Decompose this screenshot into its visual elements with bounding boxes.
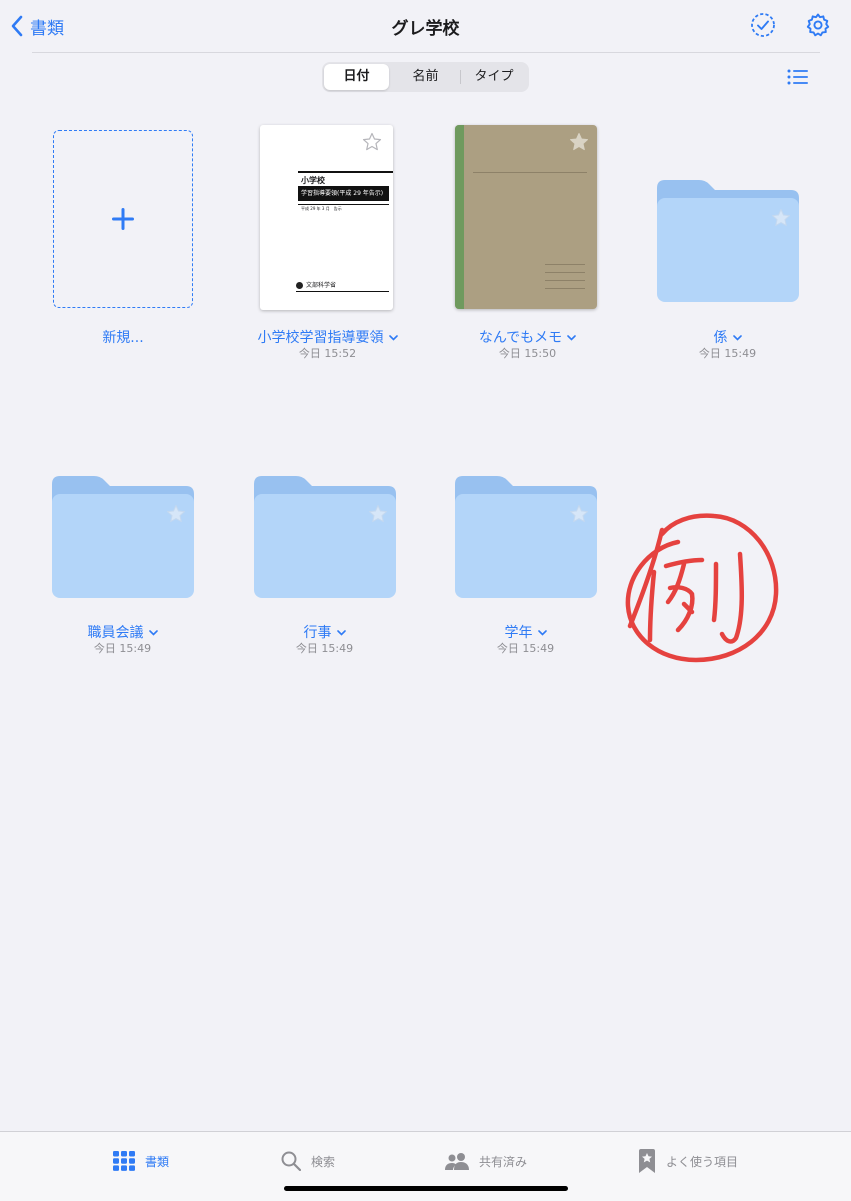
list-icon bbox=[787, 69, 808, 85]
folder-icon[interactable] bbox=[455, 476, 597, 598]
notebook-title[interactable]: なんでもメモ bbox=[440, 327, 615, 347]
favorite-star-icon[interactable] bbox=[368, 504, 388, 524]
sort-by-date-tab[interactable]: 日付 bbox=[324, 64, 389, 90]
document-thumbnail[interactable]: 小学校 学習指導要領(平成 29 年告示) 平成 29 年 3 月 告示 文部科… bbox=[260, 125, 393, 310]
chevron-down-icon bbox=[388, 335, 398, 341]
document-date: 今日 15:52 bbox=[298, 347, 357, 360]
new-document-label[interactable]: 新規... bbox=[53, 327, 193, 347]
folder-date: 今日 15:49 bbox=[496, 642, 555, 655]
notebook-label-line bbox=[545, 280, 585, 281]
notebook-date: 今日 15:50 bbox=[498, 347, 557, 360]
chevron-down-icon bbox=[537, 630, 547, 636]
home-indicator[interactable] bbox=[284, 1186, 568, 1191]
select-button[interactable] bbox=[750, 12, 776, 38]
list-view-button[interactable] bbox=[786, 66, 810, 88]
folder-name: 係 bbox=[713, 330, 728, 346]
chevron-down-icon bbox=[148, 630, 158, 636]
chevron-down-icon bbox=[567, 335, 576, 341]
cover-title: 小学校 bbox=[298, 171, 393, 186]
tab-documents[interactable]: 書類 bbox=[113, 1147, 169, 1175]
document-title[interactable]: 小学校学習指導要領 bbox=[240, 327, 415, 347]
bookmark-star-icon bbox=[639, 1149, 655, 1173]
folder-icon[interactable] bbox=[657, 180, 799, 302]
notebook-label-line bbox=[545, 272, 585, 273]
chevron-down-icon bbox=[732, 335, 742, 341]
folder-name: 行事 bbox=[303, 625, 332, 641]
checkmark-circle-dashed-icon bbox=[751, 13, 775, 37]
tab-label: 書類 bbox=[145, 1154, 170, 1169]
notebook-label-line bbox=[545, 288, 585, 289]
tab-label: 検索 bbox=[311, 1154, 336, 1169]
tab-label: よく使う項目 bbox=[666, 1154, 739, 1169]
sort-by-type-tab[interactable]: タイプ bbox=[461, 64, 527, 90]
favorite-star-icon[interactable] bbox=[362, 132, 382, 152]
tab-favorites[interactable]: よく使う項目 bbox=[638, 1147, 738, 1175]
sort-by-name-tab[interactable]: 名前 bbox=[391, 64, 460, 90]
cover-publisher: 文部科学省 bbox=[296, 280, 389, 292]
notebook-title-line bbox=[473, 172, 587, 173]
folder-date: 今日 15:49 bbox=[295, 642, 354, 655]
cover-subtitle: 学習指導要領(平成 29 年告示) bbox=[298, 186, 389, 201]
folder-icon[interactable] bbox=[254, 476, 396, 598]
folder-name: 職員会議 bbox=[87, 625, 144, 641]
settings-button[interactable] bbox=[805, 12, 831, 38]
notebook-name: なんでもメモ bbox=[478, 330, 563, 346]
notebook-thumbnail[interactable] bbox=[455, 125, 597, 309]
tab-shared[interactable]: 共有済み bbox=[445, 1147, 527, 1175]
folder-title[interactable]: 行事 bbox=[237, 622, 412, 642]
plus-icon bbox=[112, 208, 134, 230]
grid-icon bbox=[113, 1151, 135, 1171]
favorite-star-icon[interactable] bbox=[166, 504, 186, 524]
tab-search[interactable]: 検索 bbox=[281, 1147, 335, 1175]
search-icon bbox=[281, 1151, 301, 1171]
cover-date: 平成 29 年 3 月 告示 bbox=[298, 204, 389, 212]
folder-title[interactable]: 職員会議 bbox=[35, 622, 210, 642]
folder-name: 学年 bbox=[504, 625, 533, 641]
cover-publisher-text: 文部科学省 bbox=[306, 282, 337, 289]
page-title: グレ学校 bbox=[391, 19, 460, 39]
folder-date: 今日 15:49 bbox=[93, 642, 152, 655]
favorite-star-icon[interactable] bbox=[569, 504, 589, 524]
handwritten-example-stamp bbox=[625, 513, 779, 663]
document-name: 小学校学習指導要領 bbox=[257, 330, 384, 346]
folder-date: 今日 15:49 bbox=[698, 347, 757, 360]
folder-title[interactable]: 学年 bbox=[438, 622, 613, 642]
seal-icon bbox=[296, 282, 303, 289]
notebook-spine bbox=[455, 125, 464, 309]
gear-icon bbox=[806, 13, 830, 37]
favorite-star-icon[interactable] bbox=[569, 132, 589, 152]
header-divider bbox=[32, 52, 820, 53]
folder-title[interactable]: 係 bbox=[640, 327, 815, 347]
favorite-star-icon[interactable] bbox=[771, 208, 791, 228]
people-icon bbox=[445, 1153, 469, 1170]
notebook-label-line bbox=[545, 264, 585, 265]
folder-icon[interactable] bbox=[52, 476, 194, 598]
chevron-down-icon bbox=[336, 630, 346, 636]
tab-label: 共有済み bbox=[479, 1154, 528, 1169]
sort-segmented-control: 日付 名前 タイプ bbox=[322, 62, 529, 92]
